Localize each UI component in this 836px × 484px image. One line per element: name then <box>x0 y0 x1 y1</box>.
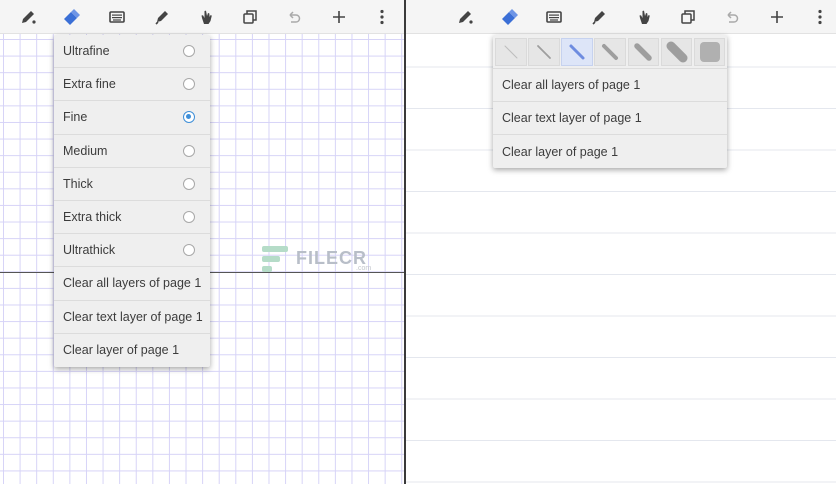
thickness-option[interactable]: Ultrafine <box>54 35 210 69</box>
copy-icon <box>681 10 695 24</box>
toolbar-right <box>406 0 836 34</box>
thickness-option[interactable]: Fine <box>54 101 210 135</box>
eraser-size-option[interactable] <box>495 37 527 66</box>
eraser-size-option[interactable] <box>660 37 693 66</box>
keyboard-icon <box>546 11 562 23</box>
clear-layer-item[interactable]: Clear layer of page 1 <box>493 135 727 168</box>
radio-button[interactable] <box>183 144 195 157</box>
watermark-logo-icon <box>262 246 288 276</box>
radio-button-selected[interactable] <box>183 111 195 124</box>
keyboard-tool-button[interactable] <box>105 5 129 29</box>
hand-icon <box>201 10 212 24</box>
thickness-option-label: Medium <box>63 143 108 158</box>
eraser-icon <box>502 9 518 25</box>
more-vertical-icon <box>380 9 384 25</box>
pen-tool-button[interactable] <box>453 5 477 29</box>
thickness-option-label: Ultrathick <box>63 243 116 258</box>
left-pane: Ultrafine Extra fine Fine Medium Thick E… <box>0 0 404 484</box>
undo-icon <box>289 11 301 23</box>
marker-tool-button[interactable] <box>587 5 611 29</box>
radio-button[interactable] <box>183 244 195 257</box>
watermark-suffix: .com <box>356 265 372 272</box>
eraser-menu: Clear all layers of page 1 Clear text la… <box>493 35 727 168</box>
more-options-button[interactable] <box>808 5 832 29</box>
pen-icon <box>459 11 473 24</box>
marker-icon <box>155 11 168 25</box>
copy-tool-button[interactable] <box>238 5 262 29</box>
clear-text-layer-item[interactable]: Clear text layer of page 1 <box>54 301 210 334</box>
toolbar-left <box>0 0 404 34</box>
thickness-option-label: Ultrafine <box>63 44 110 59</box>
hand-icon <box>639 10 650 24</box>
eraser-stroke-icon <box>504 45 518 58</box>
thickness-option[interactable]: Ultrathick <box>54 234 210 268</box>
undo-button[interactable] <box>282 5 306 29</box>
thickness-option-label: Extra thick <box>63 210 122 225</box>
hand-tool-button[interactable] <box>632 5 656 29</box>
thickness-option[interactable]: Medium <box>54 135 210 168</box>
thickness-option[interactable]: Extra thick <box>54 201 210 235</box>
right-pane: Clear all layers of page 1 Clear text la… <box>406 0 836 484</box>
eraser-stroke-icon <box>569 44 585 59</box>
eraser-stroke-icon <box>537 44 551 59</box>
thickness-option-label: Extra fine <box>63 77 116 92</box>
eraser-size-option[interactable] <box>528 37 560 66</box>
marker-tool-button[interactable] <box>150 5 174 29</box>
more-vertical-icon <box>818 9 822 25</box>
add-icon <box>333 11 345 23</box>
eraser-size-option[interactable] <box>627 37 660 66</box>
eraser-size-option-selected[interactable] <box>561 37 593 66</box>
thickness-option[interactable]: Extra fine <box>54 68 210 102</box>
thickness-menu: Ultrafine Extra fine Fine Medium Thick E… <box>54 35 210 367</box>
eraser-stroke-icon <box>699 41 720 62</box>
radio-button[interactable] <box>183 211 195 224</box>
eraser-stroke-icon <box>602 43 619 60</box>
copy-tool-button[interactable] <box>676 5 700 29</box>
clear-layer-item[interactable]: Clear layer of page 1 <box>54 334 210 367</box>
keyboard-tool-button[interactable] <box>542 5 566 29</box>
add-icon <box>771 11 783 23</box>
eraser-size-row <box>493 35 727 69</box>
thickness-option[interactable]: Thick <box>54 168 210 201</box>
clear-text-layer-item[interactable]: Clear text layer of page 1 <box>493 102 727 136</box>
eraser-stroke-icon <box>634 42 653 61</box>
clear-all-layers-item[interactable]: Clear all layers of page 1 <box>493 69 727 103</box>
radio-button[interactable] <box>183 177 195 190</box>
eraser-tool-button[interactable] <box>497 5 521 29</box>
thickness-option-label: Fine <box>63 110 88 125</box>
radio-button[interactable] <box>183 45 195 58</box>
copy-icon <box>243 10 257 24</box>
add-button[interactable] <box>327 5 351 29</box>
marker-icon <box>592 11 605 25</box>
add-button[interactable] <box>765 5 789 29</box>
eraser-stroke-icon <box>666 41 688 62</box>
hand-tool-button[interactable] <box>194 5 218 29</box>
more-options-button[interactable] <box>370 5 394 29</box>
radio-button[interactable] <box>183 78 195 91</box>
thickness-option-label: Thick <box>63 176 93 191</box>
clear-all-layers-item[interactable]: Clear all layers of page 1 <box>54 267 210 301</box>
eraser-size-option[interactable] <box>594 37 627 66</box>
eraser-tool-button[interactable] <box>59 5 83 29</box>
eraser-icon <box>64 9 80 25</box>
keyboard-icon <box>109 11 125 23</box>
undo-icon <box>727 11 739 23</box>
watermark: FILECR .com <box>262 244 382 278</box>
pen-tool-button[interactable] <box>16 5 40 29</box>
undo-button[interactable] <box>720 5 744 29</box>
eraser-size-option[interactable] <box>693 37 726 66</box>
pen-icon <box>22 11 36 24</box>
